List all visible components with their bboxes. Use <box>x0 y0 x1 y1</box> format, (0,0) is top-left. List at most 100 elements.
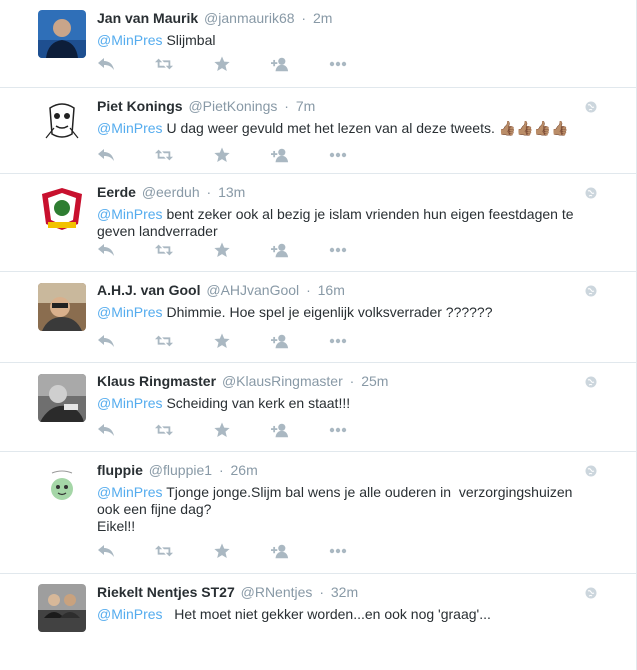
fullname[interactable]: Jan van Maurik <box>97 10 198 26</box>
reply-icon[interactable] <box>97 332 115 350</box>
more-icon[interactable] <box>329 55 347 73</box>
tweet-header: Klaus Ringmaster @KlausRingmaster · 25m <box>97 372 388 390</box>
tweet-body: Het moet niet gekker worden...en ook nog… <box>162 606 491 622</box>
timestamp[interactable]: 26m <box>231 462 258 478</box>
avatar[interactable] <box>38 463 86 511</box>
follow-icon[interactable] <box>271 55 289 73</box>
avatar[interactable] <box>38 584 86 632</box>
fullname[interactable]: Eerde <box>97 184 136 200</box>
timestamp[interactable]: 2m <box>313 10 332 26</box>
tweet-header: Jan van Maurik @janmaurik68 · 2m <box>97 9 332 27</box>
favorite-icon[interactable] <box>213 421 231 439</box>
favorite-icon[interactable] <box>213 241 231 259</box>
reply-icon[interactable] <box>97 55 115 73</box>
tweet-body: Tjonge jonge.Slijm bal wens je alle oude… <box>97 484 573 534</box>
tweet[interactable]: Riekelt Nentjes ST27 @RNentjes · 32m @Mi… <box>0 574 636 664</box>
favorite-icon[interactable] <box>213 146 231 164</box>
follow-icon[interactable] <box>271 146 289 164</box>
more-icon[interactable] <box>329 241 347 259</box>
tweet[interactable]: Piet Konings @PietKonings · 7m @MinPres … <box>0 88 636 174</box>
tweet[interactable]: Eerde @eerduh · 13m @MinPres bent zeker … <box>0 174 636 272</box>
tweet-text: @MinPres Het moet niet gekker worden...e… <box>97 606 597 623</box>
mention-link[interactable]: @MinPres <box>97 395 163 411</box>
favorite-icon[interactable] <box>213 55 231 73</box>
globe-icon <box>585 464 597 477</box>
avatar[interactable] <box>38 283 86 331</box>
reply-icon[interactable] <box>97 241 115 259</box>
reply-icon[interactable] <box>97 542 115 560</box>
more-icon[interactable] <box>329 332 347 350</box>
tweet-text: @MinPres Scheiding van kerk en staat!!! <box>97 395 597 412</box>
follow-icon[interactable] <box>271 332 289 350</box>
favorite-icon[interactable] <box>213 542 231 560</box>
mention-link[interactable]: @MinPres <box>97 120 163 136</box>
separator-dot: · <box>284 98 289 114</box>
tweet-body: Dhimmie. Hoe spel je eigenlijk volksverr… <box>162 304 493 320</box>
avatar[interactable] <box>38 98 86 146</box>
tweet-text: @MinPres Slijmbal <box>97 32 597 49</box>
tweet-actions <box>97 421 387 439</box>
retweet-icon[interactable] <box>155 55 173 73</box>
fullname[interactable]: A.H.J. van Gool <box>97 282 200 298</box>
retweet-icon[interactable] <box>155 332 173 350</box>
timestamp[interactable]: 13m <box>218 184 245 200</box>
username[interactable]: @janmaurik68 <box>204 10 294 26</box>
fullname[interactable]: Klaus Ringmaster <box>97 373 216 389</box>
timestamp[interactable]: 7m <box>296 98 315 114</box>
retweet-icon[interactable] <box>155 241 173 259</box>
reply-icon[interactable] <box>97 146 115 164</box>
tweet-header: Eerde @eerduh · 13m <box>97 183 245 201</box>
tweet-header: Piet Konings @PietKonings · 7m <box>97 97 315 115</box>
tweet-body: Slijmbal <box>162 32 216 48</box>
tweet[interactable]: Jan van Maurik @janmaurik68 · 2m @MinPre… <box>0 0 636 88</box>
username[interactable]: @RNentjes <box>241 584 313 600</box>
tweet[interactable]: fluppie @fluppie1 · 26m @MinPres Tjonge … <box>0 452 636 574</box>
globe-icon <box>585 586 597 599</box>
tweet-body: U dag weer gevuld met het lezen van al d… <box>162 120 569 136</box>
username[interactable]: @PietKonings <box>188 98 277 114</box>
separator-dot: · <box>301 10 307 26</box>
timeline: Jan van Maurik @janmaurik68 · 2m @MinPre… <box>0 0 636 664</box>
tweet-actions <box>97 146 387 164</box>
follow-icon[interactable] <box>271 241 289 259</box>
retweet-icon[interactable] <box>155 146 173 164</box>
more-icon[interactable] <box>329 421 347 439</box>
timestamp[interactable]: 25m <box>361 373 388 389</box>
username[interactable]: @fluppie1 <box>149 462 212 478</box>
username[interactable]: @AHJvanGool <box>206 282 299 298</box>
fullname[interactable]: Riekelt Nentjes ST27 <box>97 584 235 600</box>
avatar[interactable] <box>38 10 86 58</box>
favorite-icon[interactable] <box>213 332 231 350</box>
globe-icon <box>585 100 597 113</box>
retweet-icon[interactable] <box>155 542 173 560</box>
mention-link[interactable]: @MinPres <box>97 32 163 48</box>
tweet[interactable]: Klaus Ringmaster @KlausRingmaster · 25m … <box>0 363 636 452</box>
globe-icon <box>585 186 597 199</box>
retweet-icon[interactable] <box>155 421 173 439</box>
tweet-header: A.H.J. van Gool @AHJvanGool · 16m <box>97 281 345 299</box>
timestamp[interactable]: 32m <box>331 584 358 600</box>
mention-link[interactable]: @MinPres <box>97 206 163 222</box>
follow-icon[interactable] <box>271 421 289 439</box>
timestamp[interactable]: 16m <box>318 282 345 298</box>
avatar[interactable] <box>38 374 86 422</box>
reply-icon[interactable] <box>97 421 115 439</box>
mention-link[interactable]: @MinPres <box>97 606 163 622</box>
more-icon[interactable] <box>329 146 347 164</box>
tweet-header: Riekelt Nentjes ST27 @RNentjes · 32m <box>97 583 358 601</box>
fullname[interactable]: Piet Konings <box>97 98 183 114</box>
more-icon[interactable] <box>329 542 347 560</box>
fullname[interactable]: fluppie <box>97 462 143 478</box>
avatar[interactable] <box>38 184 86 232</box>
username[interactable]: @KlausRingmaster <box>222 373 343 389</box>
tweet-text: @MinPres Dhimmie. Hoe spel je eigenlijk … <box>97 304 597 321</box>
tweet[interactable]: A.H.J. van Gool @AHJvanGool · 16m @MinPr… <box>0 272 636 363</box>
mention-link[interactable]: @MinPres <box>97 304 163 320</box>
tweet-actions <box>97 332 387 350</box>
mention-link[interactable]: @MinPres <box>97 484 163 500</box>
globe-icon <box>585 375 597 388</box>
follow-icon[interactable] <box>271 542 289 560</box>
username[interactable]: @eerduh <box>142 184 200 200</box>
tweet-body: bent zeker ook al bezig je islam vriende… <box>97 206 578 239</box>
tweet-text: @MinPres U dag weer gevuld met het lezen… <box>97 120 597 137</box>
